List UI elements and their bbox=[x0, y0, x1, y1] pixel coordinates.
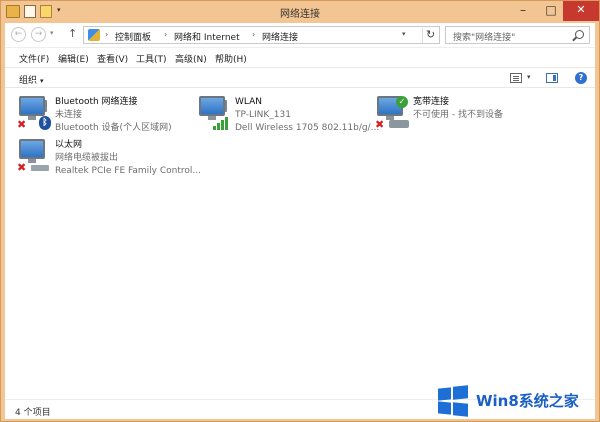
organize-button[interactable]: 组织 ▾ bbox=[19, 73, 44, 86]
list-item-ethernet[interactable]: ✖ 以太网 网络电缆被拔出 Realtek PCIe FE Family Con… bbox=[17, 139, 202, 179]
connection-device: Dell Wireless 1705 802.11b/g/... bbox=[235, 123, 380, 133]
windows-logo-icon bbox=[438, 385, 468, 417]
connection-name: Bluetooth 网络连接 bbox=[55, 97, 138, 107]
forward-button[interactable]: → bbox=[31, 27, 46, 42]
command-bar: 组织 ▾ ▾ ? bbox=[5, 67, 595, 88]
preview-pane-icon[interactable] bbox=[546, 73, 558, 83]
search-icon[interactable] bbox=[575, 30, 584, 39]
list-item-bluetooth[interactable]: ✖ ᛒ Bluetooth 网络连接 未连接 Bluetooth 设备(个人区域… bbox=[17, 96, 192, 136]
up-button[interactable]: ↑ bbox=[68, 27, 77, 40]
back-button[interactable]: ← bbox=[11, 27, 26, 42]
breadcrumb-separator-icon[interactable]: › bbox=[105, 30, 108, 39]
search-input[interactable]: 搜索"网络连接" bbox=[445, 26, 590, 44]
menu-tools[interactable]: 工具(T) bbox=[136, 52, 167, 65]
address-bar[interactable]: › 控制面板 › 网络和 Internet › 网络连接 ▾ ↻ bbox=[83, 26, 440, 44]
chevron-down-icon: ▾ bbox=[40, 77, 44, 85]
menu-help[interactable]: 帮助(H) bbox=[215, 52, 247, 65]
list-item-wlan[interactable]: WLAN TP-LINK_131 Dell Wireless 1705 802.… bbox=[197, 96, 379, 136]
title-bar: ▾ 网络连接 – □ ✕ bbox=[1, 1, 599, 23]
control-panel-icon bbox=[88, 29, 100, 41]
wlan-network-icon bbox=[197, 96, 233, 132]
menu-advanced[interactable]: 高级(N) bbox=[175, 52, 207, 65]
connection-status: 未连接 bbox=[55, 110, 83, 120]
item-count: 4 个项目 bbox=[15, 408, 51, 418]
breadcrumb-control-panel[interactable]: 控制面板 bbox=[115, 30, 151, 43]
address-dropdown-icon[interactable]: ▾ bbox=[402, 30, 406, 38]
signal-strength-icon bbox=[213, 116, 231, 130]
explorer-window: ▾ 网络连接 – □ ✕ ← → ▾ ↑ › 控制面板 › 网络和 Intern… bbox=[0, 0, 600, 422]
menu-edit[interactable]: 编辑(E) bbox=[58, 52, 89, 65]
bluetooth-icon: ᛒ bbox=[39, 116, 51, 130]
help-icon[interactable]: ? bbox=[575, 72, 587, 84]
list-item-broadband[interactable]: ✓ ✖ 宽带连接 不可使用 - 找不到设备 bbox=[375, 96, 550, 136]
refresh-icon[interactable]: ↻ bbox=[422, 28, 435, 43]
connections-list: ✖ ᛒ Bluetooth 网络连接 未连接 Bluetooth 设备(个人区域… bbox=[5, 88, 595, 399]
ethernet-network-icon: ✖ bbox=[17, 139, 53, 175]
broadband-connection-icon: ✓ ✖ bbox=[375, 96, 411, 132]
disconnected-x-icon: ✖ bbox=[17, 118, 27, 131]
menu-bar: 文件(F) 编辑(E) 查看(V) 工具(T) 高级(N) 帮助(H) bbox=[5, 47, 595, 67]
disconnected-x-icon: ✖ bbox=[375, 118, 385, 131]
connection-device: Realtek PCIe FE Family Control... bbox=[55, 166, 201, 176]
breadcrumb-separator-icon[interactable]: › bbox=[164, 30, 167, 39]
menu-view[interactable]: 查看(V) bbox=[97, 52, 128, 65]
search-placeholder: 搜索"网络连接" bbox=[453, 33, 516, 43]
disconnected-x-icon: ✖ bbox=[17, 161, 27, 174]
watermark-text: Win8系统之家 bbox=[476, 392, 579, 410]
minimize-button[interactable]: – bbox=[510, 1, 536, 21]
organize-label: 组织 bbox=[19, 76, 38, 86]
breadcrumb-network-internet[interactable]: 网络和 Internet bbox=[174, 30, 240, 43]
bluetooth-network-icon: ✖ ᛒ bbox=[17, 96, 53, 132]
navigation-bar: ← → ▾ ↑ › 控制面板 › 网络和 Internet › 网络连接 ▾ ↻… bbox=[5, 23, 595, 47]
connection-name: 以太网 bbox=[55, 140, 83, 150]
network-cable-icon bbox=[31, 165, 49, 171]
watermark: Win8系统之家 bbox=[430, 383, 600, 422]
maximize-button[interactable]: □ bbox=[538, 1, 564, 21]
connection-status: TP-LINK_131 bbox=[235, 110, 291, 120]
modem-icon bbox=[389, 120, 409, 128]
change-view-icon[interactable] bbox=[510, 73, 522, 83]
breadcrumb-network-connections[interactable]: 网络连接 bbox=[262, 30, 298, 43]
breadcrumb-separator-icon[interactable]: › bbox=[252, 30, 255, 39]
menu-file[interactable]: 文件(F) bbox=[19, 52, 49, 65]
connection-name: WLAN bbox=[235, 97, 263, 107]
close-button[interactable]: ✕ bbox=[563, 1, 599, 21]
connection-status: 网络电缆被拔出 bbox=[55, 153, 119, 163]
connection-status: 不可使用 - 找不到设备 bbox=[413, 110, 503, 120]
check-icon: ✓ bbox=[396, 96, 408, 108]
connection-device: Bluetooth 设备(个人区域网) bbox=[55, 123, 172, 133]
view-options-dropdown-icon[interactable]: ▾ bbox=[527, 73, 531, 81]
recent-locations-dropdown-icon[interactable]: ▾ bbox=[50, 29, 54, 37]
connection-name: 宽带连接 bbox=[413, 97, 450, 107]
